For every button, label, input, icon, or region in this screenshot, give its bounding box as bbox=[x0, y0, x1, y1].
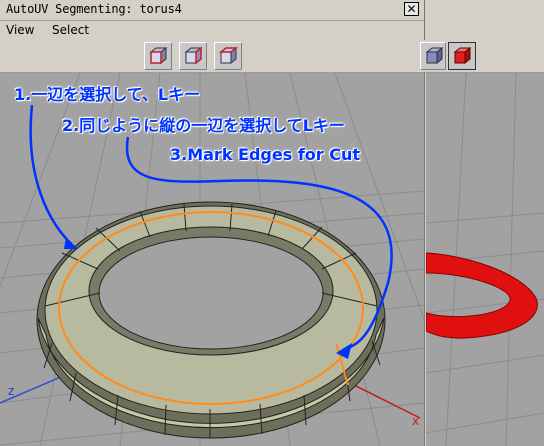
menu-bar: View Select bbox=[0, 21, 424, 40]
red-torus-preview bbox=[426, 252, 538, 339]
view-toolbar bbox=[0, 40, 544, 73]
view-cube-red-icon bbox=[453, 46, 472, 65]
window-title: AutoUV Segmenting: torus4 bbox=[6, 2, 182, 16]
menu-select[interactable]: Select bbox=[52, 23, 89, 37]
uv-preview-viewport[interactable] bbox=[426, 73, 544, 446]
view-cube-blue-icon bbox=[425, 46, 444, 65]
title-bar: AutoUV Segmenting: torus4 ✕ bbox=[0, 0, 424, 21]
uv-preview-canvas bbox=[426, 73, 544, 446]
view-side-button[interactable] bbox=[179, 42, 207, 70]
annotation-step1: 1.一辺を選択して、Lキー bbox=[14, 85, 201, 104]
close-icon: ✕ bbox=[406, 2, 417, 16]
view-cube-front-icon bbox=[149, 46, 168, 65]
view-top-button[interactable] bbox=[214, 42, 242, 70]
menu-view[interactable]: View bbox=[6, 23, 34, 37]
x-axis-label: x bbox=[412, 414, 419, 428]
annotation-step3: 3.Mark Edges for Cut bbox=[170, 145, 361, 164]
view-persp-blue-button[interactable] bbox=[420, 42, 446, 70]
view-persp-red-button[interactable] bbox=[448, 42, 476, 70]
torus-mesh[interactable] bbox=[36, 201, 386, 439]
view-cube-top-icon bbox=[218, 46, 239, 65]
z-axis-label: z bbox=[8, 384, 14, 398]
3d-viewport[interactable]: z x 1.一辺を選択して、Lキー 2.同じように縦の一辺を選択してLキー 3.… bbox=[0, 73, 424, 446]
view-cube-side-icon bbox=[184, 46, 203, 65]
annotation-step2: 2.同じように縦の一辺を選択してLキー bbox=[62, 116, 345, 135]
view-front-button[interactable] bbox=[144, 42, 172, 70]
close-button[interactable]: ✕ bbox=[404, 2, 419, 16]
